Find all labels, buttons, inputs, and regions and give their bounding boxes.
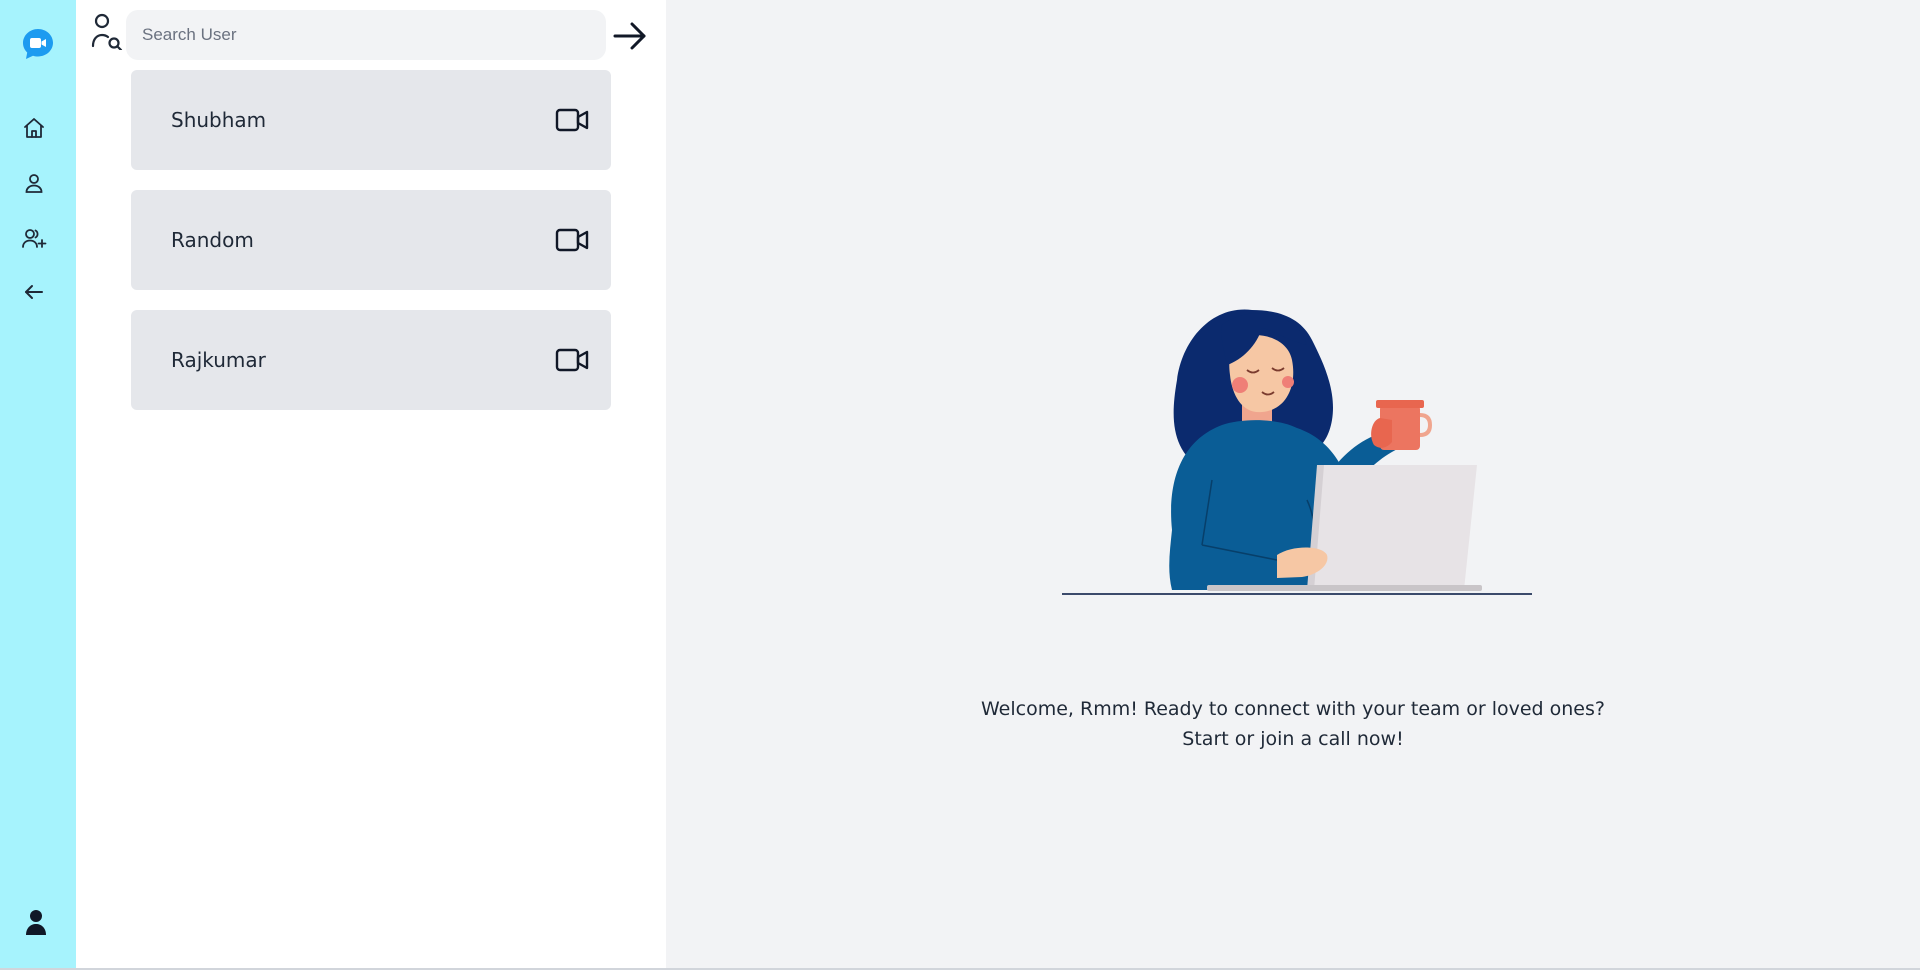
video-camera-icon[interactable] [555, 346, 589, 374]
user-search-icon [90, 12, 124, 52]
user-name: Rajkumar [171, 348, 266, 372]
user-list-item[interactable]: Shubham [131, 70, 611, 170]
arrow-right-icon [613, 22, 646, 50]
welcome-message: Welcome, Rmm! Ready to connect with your… [666, 694, 1920, 754]
users-panel: Shubham Random Rajkumar [76, 0, 666, 968]
app-window: Shubham Random Rajkumar [0, 0, 1920, 970]
nav-rail [0, 0, 76, 968]
profile-icon[interactable] [20, 906, 52, 938]
user-icon[interactable] [18, 167, 50, 199]
arrow-left-icon[interactable] [18, 276, 50, 308]
video-camera-icon[interactable] [555, 106, 589, 134]
video-camera-icon[interactable] [555, 226, 589, 254]
search-input[interactable] [126, 10, 606, 60]
woman-with-laptop-illustration [1062, 309, 1532, 595]
user-name: Shubham [171, 108, 267, 132]
user-list-item[interactable]: Random [131, 190, 611, 290]
user-name: Random [171, 228, 254, 252]
welcome-area: Welcome, Rmm! Ready to connect with your… [666, 0, 1920, 968]
add-user-icon[interactable] [18, 222, 50, 254]
video-chat-logo-icon[interactable] [21, 27, 55, 61]
home-icon[interactable] [18, 112, 50, 144]
user-list: Shubham Random Rajkumar [131, 70, 611, 430]
search-submit-button[interactable] [610, 16, 650, 56]
user-list-item[interactable]: Rajkumar [131, 310, 611, 410]
welcome-line-2: Start or join a call now! [1182, 728, 1404, 750]
welcome-line-1: Welcome, Rmm! Ready to connect with your… [981, 698, 1605, 720]
